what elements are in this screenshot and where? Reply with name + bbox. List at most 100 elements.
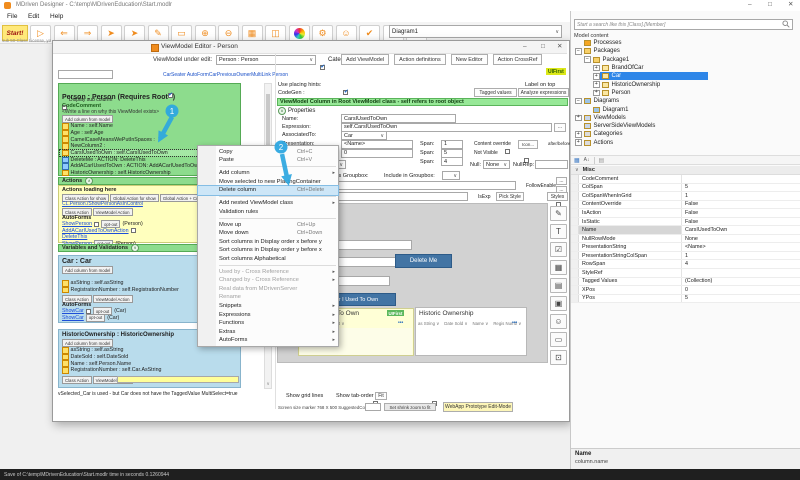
property-value[interactable]: 4 [682, 260, 800, 268]
grid-icon[interactable]: ▦ [550, 260, 567, 275]
menu-item-used-by-cross-reference[interactable]: Used by - Cross Reference▸ [198, 267, 338, 276]
property-value[interactable]: <Name> [682, 243, 800, 251]
editor-maximize-button[interactable]: □ [541, 44, 545, 51]
header-button-add-viewmodel[interactable]: Add ViewModel [341, 54, 389, 65]
fit-button[interactable]: Fit [375, 392, 387, 400]
tree-item-package1[interactable]: −Package1 [573, 56, 799, 64]
button-icon[interactable]: ▭ [550, 332, 567, 347]
tree-item-categories[interactable]: +Categories [573, 130, 799, 138]
person-icon[interactable]: ☺ [550, 314, 567, 329]
collapse-icon[interactable]: ∧ [85, 177, 93, 185]
property-row-styleref[interactable]: StyleRef [571, 269, 800, 278]
tree-item-processes[interactable]: Processes [573, 39, 799, 47]
autoform-link[interactable]: ShowCar [62, 315, 84, 321]
autoform-link[interactable]: ShowPerson [62, 221, 92, 227]
menu-item-sort-columns-alphabetical[interactable]: Sort columns Alphabetical [198, 255, 338, 264]
tree-item-actions[interactable]: +Actions [573, 139, 799, 147]
opt-out-chip[interactable]: opt-out [86, 314, 105, 322]
property-row-colspanwheningrid[interactable]: ColSpanWhenInGrid1 [571, 192, 800, 201]
webapp-prototype-button[interactable]: WebApp Prototype Edit-Mode [443, 402, 513, 412]
viewmodel-column-row[interactable]: asString : self.asString [60, 347, 240, 354]
property-value[interactable]: False [682, 209, 800, 217]
menu-item-move-down[interactable]: Move downCtrl+Down [198, 229, 338, 238]
property-row-presentationstringcolspan[interactable]: PresentationStringColSpan1 [571, 252, 800, 261]
tree-item-viewmodels[interactable]: +ViewModels [573, 114, 799, 122]
under-edit-combo[interactable]: Person : Person ∨ [216, 55, 316, 65]
property-value[interactable]: (Collection) [682, 278, 800, 286]
property-row-isstatic[interactable]: IsStaticFalse [571, 218, 800, 227]
screen-icon[interactable]: ⊡ [550, 350, 567, 365]
property-value[interactable]: False [682, 218, 800, 226]
shrink-zoom-button[interactable]: Set shrink zoom to fit [384, 403, 436, 411]
tree-item-person[interactable]: +Person [573, 89, 799, 97]
header-button-new-editor[interactable]: New Editor [451, 54, 488, 65]
property-value[interactable]: CarsIUsedToOwn [682, 226, 800, 234]
properties-collapse-icon[interactable]: ∧ [278, 107, 286, 115]
property-row-ypos[interactable]: YPos5 [571, 295, 800, 304]
property-row-presentationstring[interactable]: PresentationString<Name> [571, 243, 800, 252]
add-column-button[interactable]: Add column from model [62, 266, 113, 274]
property-value[interactable]: 0 [682, 286, 800, 294]
property-row-name[interactable]: NameCarsIUsedToOwn [571, 226, 800, 235]
autoform-link[interactable]: AddACarIUsedToOwnAction [62, 228, 129, 234]
grid-column-header[interactable]: Name ∨ [473, 321, 489, 327]
menu-item-changed-by-cross-reference[interactable]: Changed by - Cross Reference▸ [198, 276, 338, 285]
autoform-checkbox[interactable] [131, 228, 136, 233]
text-icon[interactable]: T [550, 224, 567, 239]
class-action-link[interactable]: CL.Person./ShowPersonAsInControl [62, 201, 143, 207]
header-button-action-definitions[interactable]: Action definitions [394, 54, 446, 65]
column-input[interactable] [341, 149, 413, 158]
menu-item-move-up[interactable]: Move upCtrl+Up [198, 220, 338, 229]
menu-item-real-data-from-mdrivenserver[interactable]: Real data from MDrivenServer [198, 285, 338, 294]
menu-item-extras[interactable]: Extras▸ [198, 328, 338, 337]
property-row-rowspan[interactable]: RowSpan4 [571, 260, 800, 269]
autoform-checkbox[interactable] [94, 222, 99, 227]
tagged-values-button[interactable]: Tagged values [474, 88, 517, 97]
viewmodel-column-row[interactable]: CamelCaseMeansWePutInSpaces : [60, 136, 240, 143]
property-value[interactable]: 5 [682, 295, 800, 303]
icon-button[interactable]: Icon... [518, 140, 538, 149]
categ-checkbox[interactable] [320, 65, 325, 70]
header-button-action-crossref[interactable]: Action CrossRef [493, 54, 543, 65]
main-close-button[interactable]: ✕ [788, 2, 793, 9]
menu-item-copy[interactable]: CopyCtrl+C [198, 148, 338, 157]
categorized-view-icon[interactable]: ▦ [574, 157, 580, 164]
menu-item-move-selected-to-new-placingcontainer[interactable]: Move selected to new PlacingContainer [198, 177, 338, 186]
add-column-button[interactable]: Add column from model [62, 115, 113, 123]
analyze-expressions-button[interactable]: Analyze expressions [518, 88, 569, 97]
action-button-viewmodel-action[interactable]: ViewModel Action [93, 295, 133, 303]
sort-az-icon[interactable]: A↓ [584, 157, 590, 163]
expression-ellipsis-button[interactable]: ... [554, 123, 566, 132]
menu-item-validation-rules[interactable]: Validation rules [198, 207, 338, 216]
filter-links[interactable]: CarSeater AutoFormCarPreviousOwnerMultiL… [163, 72, 288, 78]
presentation-span-input[interactable] [441, 140, 463, 149]
property-row-colspan[interactable]: ColSpan5 [571, 184, 800, 193]
menu-edit[interactable]: Edit [28, 13, 39, 20]
property-category-header[interactable]: ∨ Misc [571, 166, 800, 175]
autoform-link[interactable]: ShowCar [62, 308, 84, 314]
viewmodel-column-row[interactable]: Age : self.Age [60, 130, 240, 137]
edit-icon[interactable]: ✎ [550, 206, 567, 221]
grid-menu-dots[interactable]: ••• [398, 320, 403, 326]
property-value[interactable]: False [682, 201, 800, 209]
property-row-tagged-values[interactable]: Tagged Values(Collection) [571, 278, 800, 287]
menu-item-functions[interactable]: Functions▸ [198, 319, 338, 328]
null-combo[interactable]: None∨ [483, 160, 510, 169]
property-value[interactable]: None [682, 235, 800, 243]
property-value[interactable]: 5 [682, 184, 800, 192]
tree-item-car[interactable]: +Car [573, 72, 799, 80]
menu-item-rename[interactable]: Rename [198, 293, 338, 302]
grid-menu-dots[interactable]: ••• [512, 320, 517, 326]
nullrep-input[interactable] [535, 160, 568, 169]
property-value[interactable] [682, 175, 800, 183]
tree-item-packages[interactable]: −Packages [573, 47, 799, 55]
autoform-checkbox[interactable] [86, 309, 91, 314]
tree-item-historicownership[interactable]: +HistoricOwnership [573, 80, 799, 88]
menu-item-add-column[interactable]: Add column▸ [198, 169, 338, 178]
menu-item-add-nested-viewmodel-class[interactable]: Add nested ViewModel class▸ [198, 199, 338, 208]
image-icon[interactable]: ▣ [550, 296, 567, 311]
delete-me-button[interactable]: Delete Me [395, 254, 452, 268]
pick-style-button[interactable]: Pick Style [496, 192, 524, 201]
property-row-codecomment[interactable]: CodeComment [571, 175, 800, 184]
historic-action-input[interactable] [117, 376, 239, 383]
